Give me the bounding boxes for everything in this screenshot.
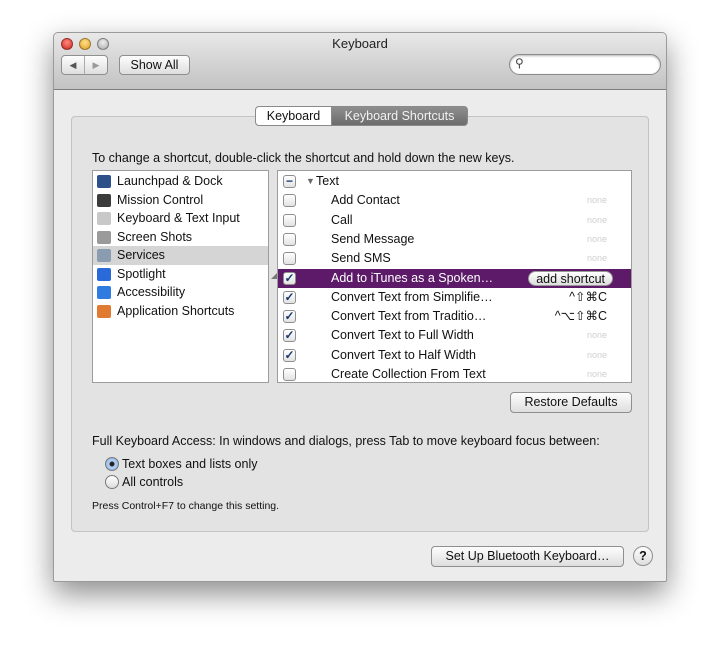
help-button[interactable]: ? bbox=[633, 546, 653, 566]
service-row[interactable]: Create Collection From Text none bbox=[278, 365, 631, 382]
service-row[interactable]: ✓ Convert Text from Simplifie… ^⇧⌘C bbox=[278, 288, 631, 307]
full-keyboard-access-label: Full Keyboard Access: In windows and dia… bbox=[92, 434, 600, 448]
service-name: Convert Text to Half Width bbox=[331, 347, 476, 362]
service-name: Convert Text to Full Width bbox=[331, 328, 474, 343]
radio-text-boxes[interactable]: Text boxes and lists only bbox=[105, 457, 258, 471]
radio-label: All controls bbox=[122, 475, 184, 489]
shortcut-keys[interactable]: ^⌥⇧⌘C bbox=[555, 307, 607, 326]
launchpad-icon bbox=[97, 175, 111, 188]
checkbox[interactable] bbox=[283, 232, 296, 246]
category-label: Launchpad & Dock bbox=[117, 174, 223, 188]
tab-keyboard-shortcuts[interactable]: Keyboard Shortcuts bbox=[331, 106, 468, 126]
service-name: Create Collection From Text bbox=[331, 367, 486, 381]
app-shortcuts-icon bbox=[97, 304, 111, 318]
service-name: Convert Text from Simplifie… bbox=[331, 289, 493, 304]
search-icon: ⚲ bbox=[515, 56, 524, 70]
checkbox[interactable] bbox=[283, 194, 296, 208]
category-accessibility[interactable]: Accessibility bbox=[93, 283, 268, 302]
radio-button[interactable] bbox=[105, 475, 119, 489]
checkbox[interactable] bbox=[283, 252, 296, 266]
spotlight-icon bbox=[97, 267, 111, 281]
service-row[interactable]: Send SMS none bbox=[278, 249, 631, 268]
back-forward-control: ◀ ▶ bbox=[61, 55, 108, 75]
radio-button-selected[interactable] bbox=[105, 457, 119, 471]
shortcut-none[interactable]: none bbox=[587, 365, 607, 382]
bluetooth-keyboard-button[interactable]: Set Up Bluetooth Keyboard… bbox=[431, 546, 624, 567]
category-label: Keyboard & Text Input bbox=[117, 211, 240, 225]
category-label: Spotlight bbox=[117, 266, 166, 281]
service-row[interactable]: ✓ Convert Text to Full Width none bbox=[278, 326, 631, 345]
service-row[interactable]: Add Contact none bbox=[278, 191, 631, 210]
back-button[interactable]: ◀ bbox=[62, 56, 85, 74]
category-launchpad-dock[interactable]: Launchpad & Dock bbox=[93, 172, 268, 191]
search-input[interactable]: ⚲ bbox=[509, 54, 661, 75]
service-row[interactable]: Call none bbox=[278, 211, 631, 230]
service-name: Send Message bbox=[331, 231, 415, 246]
show-all-button[interactable]: Show All bbox=[119, 55, 190, 75]
category-application-shortcuts[interactable]: Application Shortcuts bbox=[93, 302, 268, 321]
shortcut-none[interactable]: none bbox=[587, 211, 607, 230]
shortcut-none[interactable]: none bbox=[587, 230, 607, 249]
category-keyboard-text-input[interactable]: Keyboard & Text Input bbox=[93, 209, 268, 228]
checkbox[interactable] bbox=[283, 213, 296, 227]
keyboard-window: Keyboard ◀ ▶ Show All ⚲ Keyboard Keyboar… bbox=[53, 32, 667, 582]
radio-all-controls[interactable]: All controls bbox=[105, 475, 183, 489]
shortcut-none[interactable]: none bbox=[587, 346, 607, 365]
category-label: Services bbox=[117, 248, 165, 262]
service-row[interactable]: ✓ Convert Text from Traditio… ^⌥⇧⌘C bbox=[278, 307, 631, 326]
category-label: Mission Control bbox=[117, 192, 204, 207]
category-label: Accessibility bbox=[117, 285, 186, 299]
service-name: Add to iTunes as a Spoken… bbox=[331, 270, 494, 285]
category-services[interactable]: Services bbox=[93, 246, 268, 265]
service-row[interactable]: ✓ Convert Text to Half Width none bbox=[278, 346, 631, 365]
group-label: Text bbox=[316, 174, 339, 188]
checked-checkbox[interactable]: ✓ bbox=[283, 271, 296, 285]
add-shortcut-button[interactable]: add shortcut bbox=[528, 270, 613, 286]
service-name: Convert Text from Traditio… bbox=[331, 309, 487, 324]
shortcut-none[interactable]: none bbox=[587, 191, 607, 210]
accessibility-icon bbox=[97, 286, 111, 299]
services-list: − ▼ Text Add Contact none Call none Send Mes… bbox=[277, 170, 632, 383]
window-title: Keyboard bbox=[332, 36, 388, 51]
category-screen-shots[interactable]: Screen Shots bbox=[93, 228, 268, 247]
category-spotlight[interactable]: Spotlight bbox=[93, 265, 268, 284]
mission-control-icon bbox=[97, 193, 111, 207]
service-group-text[interactable]: − ▼ Text bbox=[278, 172, 631, 191]
shortcut-none[interactable]: none bbox=[587, 326, 607, 345]
gear-icon bbox=[97, 249, 111, 262]
checkbox[interactable] bbox=[283, 368, 296, 381]
keyboard-icon bbox=[97, 212, 111, 225]
service-name: Call bbox=[331, 212, 353, 227]
service-row[interactable]: ✓ Add to iTunes as a Spoken… add shortcut bbox=[278, 268, 631, 288]
checked-checkbox[interactable]: ✓ bbox=[283, 348, 296, 362]
shortcut-keys[interactable]: ^⇧⌘C bbox=[569, 288, 607, 307]
hint-text: Press Control+F7 to change this setting. bbox=[92, 500, 280, 512]
service-name: Add Contact bbox=[331, 193, 400, 208]
category-label: Screen Shots bbox=[117, 229, 193, 244]
service-row[interactable]: Send Message none bbox=[278, 230, 631, 249]
checked-checkbox[interactable]: ✓ bbox=[283, 329, 296, 343]
instruction-text: To change a shortcut, double-click the s… bbox=[92, 151, 515, 165]
mixed-checkbox[interactable]: − bbox=[283, 175, 296, 188]
service-name: Send SMS bbox=[331, 251, 391, 266]
forward-button[interactable]: ▶ bbox=[85, 56, 107, 74]
category-mission-control[interactable]: Mission Control bbox=[93, 191, 268, 210]
disclosure-triangle-icon[interactable]: ▼ bbox=[306, 172, 315, 191]
category-label: Application Shortcuts bbox=[117, 303, 235, 318]
camera-icon bbox=[97, 230, 111, 244]
tab-keyboard[interactable]: Keyboard bbox=[255, 106, 332, 126]
checked-checkbox[interactable]: ✓ bbox=[283, 310, 296, 324]
titlebar: Keyboard ◀ ▶ Show All ⚲ bbox=[54, 33, 666, 90]
radio-label: Text boxes and lists only bbox=[122, 457, 258, 471]
checked-checkbox[interactable]: ✓ bbox=[283, 290, 296, 304]
restore-defaults-button[interactable]: Restore Defaults bbox=[510, 392, 632, 413]
category-list: Launchpad & Dock Mission Control Keyboard … bbox=[92, 170, 269, 383]
shortcut-none[interactable]: none bbox=[587, 249, 607, 268]
